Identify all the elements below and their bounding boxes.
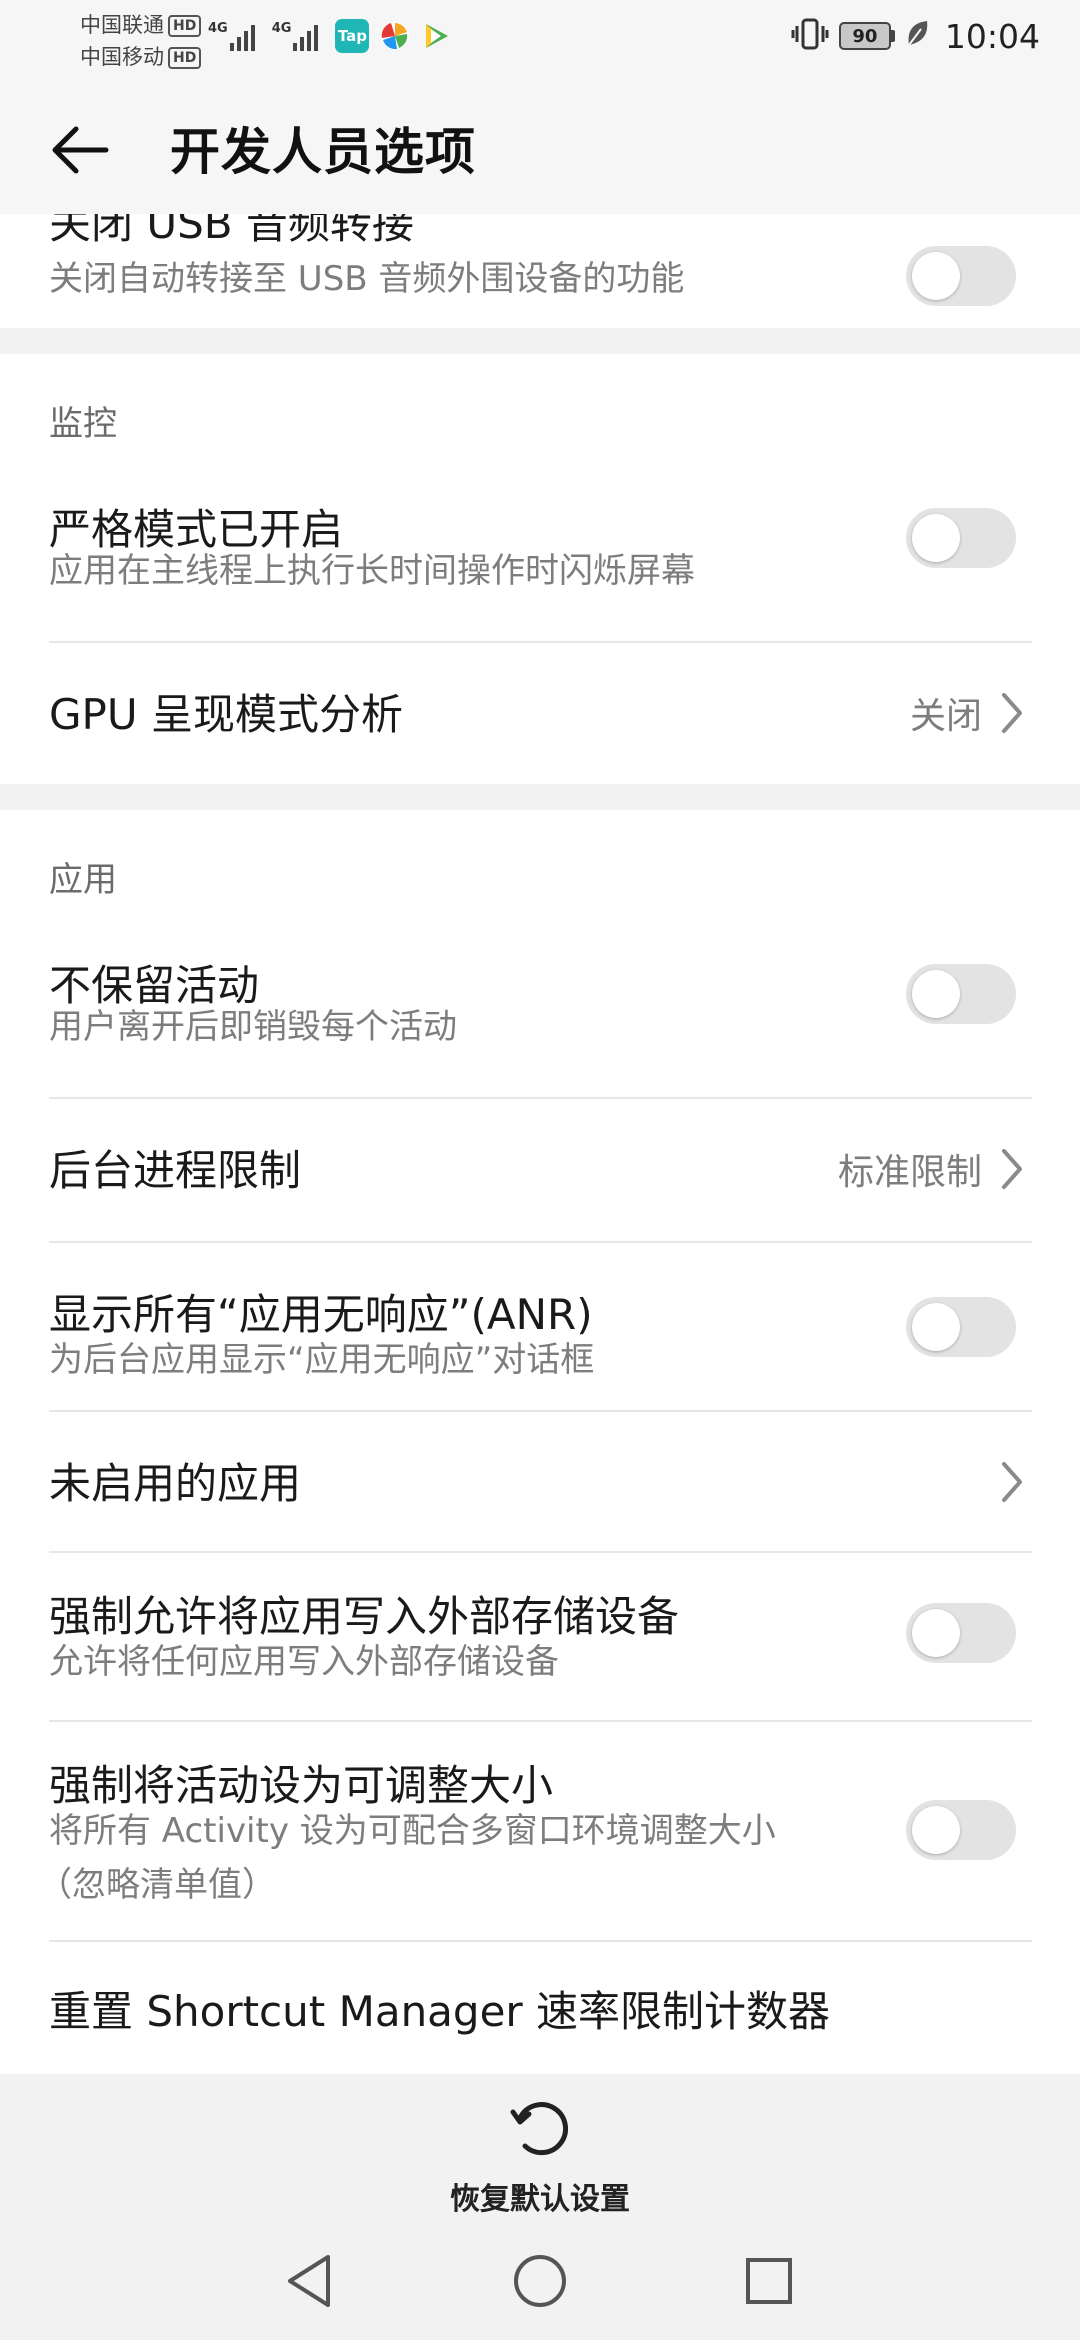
- chevron-right-icon: [1002, 693, 1022, 733]
- carrier-1: 中国联通 HD: [80, 9, 202, 39]
- card-usb: 关闭 USB 音频转接 关闭自动转接至 USB 音频外围设备的功能: [0, 214, 1080, 328]
- force-external-subtitle: 允许将任何应用写入外部存储设备: [49, 1642, 559, 1682]
- play-app-icon: [421, 21, 451, 51]
- show-all-anr-toggle[interactable]: [906, 1297, 1016, 1357]
- usb-audio-subtitle: 关闭自动转接至 USB 音频外围设备的功能: [49, 259, 685, 299]
- toggle-knob: [912, 970, 960, 1018]
- leaf-icon: [905, 19, 931, 53]
- setting-usb-audio[interactable]: 关闭 USB 音频转接 关闭自动转接至 USB 音频外围设备的功能: [0, 214, 1080, 328]
- toggle-knob: [912, 1806, 960, 1854]
- background-limit-title: 后台进程限制: [49, 1146, 302, 1195]
- nav-home-button[interactable]: [505, 2246, 575, 2316]
- battery-tip: [890, 30, 895, 42]
- refresh-icon: [510, 2102, 569, 2156]
- toggle-knob: [912, 1303, 960, 1351]
- force-external-toggle[interactable]: [906, 1603, 1016, 1663]
- show-all-anr-subtitle: 为后台应用显示“应用无响应”对话框: [49, 1340, 595, 1380]
- force-resizable-subtitle-1: 将所有 Activity 设为可配合多窗口环境调整大小: [49, 1811, 776, 1851]
- usb-audio-toggle[interactable]: [906, 246, 1016, 306]
- system-nav-bar: [0, 2220, 1080, 2340]
- card-monitoring: 监控 严格模式已开启 应用在主线程上执行长时间操作时闪烁屏幕 GPU 呈现模式分…: [0, 354, 1080, 784]
- status-bar: 中国联通 HD 中国移动 HD 4G 4G Tap 90 10:04: [0, 0, 1080, 80]
- arrow-left-icon: [52, 126, 109, 174]
- vibrate-icon: [791, 17, 829, 55]
- reset-defaults-button[interactable]: 恢复默认设置: [400, 2074, 680, 2220]
- force-resizable-toggle[interactable]: [906, 1800, 1016, 1860]
- reset-defaults-bar: 恢复默认设置: [0, 2074, 1080, 2220]
- tap-app-icon: Tap: [335, 19, 370, 53]
- setting-strict-mode[interactable]: 严格模式已开启 应用在主线程上执行长时间操作时闪烁屏幕: [0, 464, 1080, 612]
- dont-keep-activities-subtitle: 用户离开后即销毁每个活动: [49, 1007, 457, 1047]
- chevron-right-icon: [1002, 1462, 1022, 1502]
- dont-keep-activities-toggle[interactable]: [906, 964, 1016, 1024]
- app-root: 中国联通 HD 中国移动 HD 4G 4G Tap 90 10:04 开发人员选…: [0, 0, 1080, 2340]
- section-title-apps: 应用: [49, 860, 117, 900]
- strict-mode-subtitle: 应用在主线程上执行长时间操作时闪烁屏幕: [49, 551, 695, 591]
- toggle-knob: [912, 252, 960, 300]
- triangle-back-icon: [288, 2255, 330, 2307]
- background-limit-value: 标准限制: [837, 1152, 982, 1193]
- back-button[interactable]: [40, 110, 120, 190]
- setting-gpu-profile[interactable]: GPU 呈现模式分析 关闭: [0, 643, 1080, 784]
- network-type-1: 4G: [208, 21, 228, 36]
- setting-dont-keep-activities[interactable]: 不保留活动 用户离开后即销毁每个活动: [0, 920, 1080, 1068]
- reset-defaults-label: 恢复默认设置: [450, 2182, 630, 2217]
- carrier-2: 中国移动 HD: [80, 41, 202, 71]
- square-recents-icon: [746, 2258, 792, 2304]
- battery-icon: 90: [838, 22, 895, 50]
- signal-icon-1: 4G: [208, 21, 262, 51]
- signal-icon-2: 4G: [272, 21, 326, 51]
- nav-back-button[interactable]: [274, 2246, 344, 2316]
- carrier-1-label: 中国联通: [80, 13, 164, 37]
- hd-badge-1: HD: [168, 15, 202, 37]
- battery-level: 90: [838, 22, 891, 50]
- setting-force-external[interactable]: 强制允许将应用写入外部存储设备 允许将任何应用写入外部存储设备: [0, 1553, 1080, 1721]
- page-title: 开发人员选项: [170, 123, 476, 181]
- strict-mode-toggle[interactable]: [906, 508, 1016, 568]
- setting-reset-shortcut[interactable]: 重置 Shortcut Manager 速率限制计数器: [0, 1942, 1080, 2074]
- inactive-apps-title: 未启用的应用: [49, 1459, 302, 1508]
- usb-audio-title: 关闭 USB 音频转接: [49, 214, 414, 248]
- setting-inactive-apps[interactable]: 未启用的应用: [0, 1412, 1080, 1552]
- section-title-monitoring: 监控: [49, 404, 117, 444]
- circle-home-icon: [514, 2255, 566, 2307]
- reset-shortcut-title: 重置 Shortcut Manager 速率限制计数器: [49, 1987, 831, 2036]
- pinwheel-app-icon: [379, 20, 411, 52]
- clock: 10:04: [944, 16, 1040, 56]
- status-right: 90 10:04: [791, 14, 1040, 58]
- setting-background-limit[interactable]: 后台进程限制 标准限制: [0, 1099, 1080, 1241]
- app-bar: 开发人员选项: [0, 80, 1080, 214]
- setting-show-all-anr[interactable]: 显示所有“应用无响应”(ANR) 为后台应用显示“应用无响应”对话框: [0, 1243, 1080, 1411]
- toggle-knob: [912, 1609, 960, 1657]
- network-type-2: 4G: [271, 21, 292, 36]
- carrier-2-label: 中国移动: [80, 45, 164, 69]
- card-apps: 应用 不保留活动 用户离开后即销毁每个活动 后台进程限制 标准限制 显示所有“应…: [0, 810, 1080, 2074]
- toggle-knob: [912, 514, 960, 562]
- gpu-profile-title: GPU 呈现模式分析: [49, 690, 403, 739]
- force-resizable-subtitle-2: （忽略清单值）: [38, 1865, 276, 1905]
- hd-badge-2: HD: [168, 47, 202, 69]
- network-icons: 4G 4G Tap: [208, 16, 451, 56]
- chevron-right-icon: [1002, 1149, 1022, 1189]
- nav-recents-button[interactable]: [734, 2246, 804, 2316]
- gpu-profile-value: 关闭: [909, 696, 982, 737]
- setting-force-resizable[interactable]: 强制将活动设为可调整大小 将所有 Activity 设为可配合多窗口环境调整大小…: [0, 1722, 1080, 1940]
